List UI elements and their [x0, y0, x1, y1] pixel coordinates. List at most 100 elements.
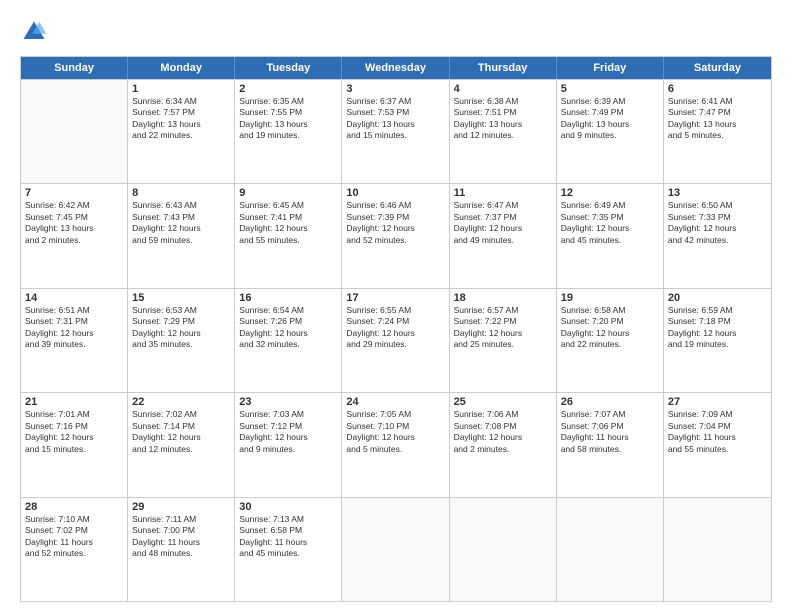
day-info: Sunrise: 7:13 AMSunset: 6:58 PMDaylight:…: [239, 514, 337, 560]
day-number: 29: [132, 501, 230, 513]
day-info: Sunrise: 6:34 AMSunset: 7:57 PMDaylight:…: [132, 96, 230, 142]
calendar-day-7: 7Sunrise: 6:42 AMSunset: 7:45 PMDaylight…: [21, 184, 128, 287]
day-number: 13: [668, 187, 767, 199]
day-info: Sunrise: 6:49 AMSunset: 7:35 PMDaylight:…: [561, 200, 659, 246]
day-number: 21: [25, 396, 123, 408]
header-day-friday: Friday: [557, 57, 664, 79]
calendar-day-11: 11Sunrise: 6:47 AMSunset: 7:37 PMDayligh…: [450, 184, 557, 287]
header-day-wednesday: Wednesday: [342, 57, 449, 79]
day-number: 2: [239, 83, 337, 95]
day-number: 16: [239, 292, 337, 304]
day-info: Sunrise: 7:01 AMSunset: 7:16 PMDaylight:…: [25, 409, 123, 455]
calendar-header: SundayMondayTuesdayWednesdayThursdayFrid…: [21, 57, 771, 79]
day-info: Sunrise: 6:46 AMSunset: 7:39 PMDaylight:…: [346, 200, 444, 246]
calendar-day-6: 6Sunrise: 6:41 AMSunset: 7:47 PMDaylight…: [664, 80, 771, 183]
day-info: Sunrise: 7:06 AMSunset: 7:08 PMDaylight:…: [454, 409, 552, 455]
calendar-day-22: 22Sunrise: 7:02 AMSunset: 7:14 PMDayligh…: [128, 393, 235, 496]
calendar-day-empty: [21, 80, 128, 183]
calendar-day-5: 5Sunrise: 6:39 AMSunset: 7:49 PMDaylight…: [557, 80, 664, 183]
day-info: Sunrise: 7:02 AMSunset: 7:14 PMDaylight:…: [132, 409, 230, 455]
day-info: Sunrise: 6:55 AMSunset: 7:24 PMDaylight:…: [346, 305, 444, 351]
day-info: Sunrise: 6:43 AMSunset: 7:43 PMDaylight:…: [132, 200, 230, 246]
day-info: Sunrise: 7:09 AMSunset: 7:04 PMDaylight:…: [668, 409, 767, 455]
calendar-day-8: 8Sunrise: 6:43 AMSunset: 7:43 PMDaylight…: [128, 184, 235, 287]
calendar-day-28: 28Sunrise: 7:10 AMSunset: 7:02 PMDayligh…: [21, 498, 128, 601]
day-info: Sunrise: 6:41 AMSunset: 7:47 PMDaylight:…: [668, 96, 767, 142]
header-day-monday: Monday: [128, 57, 235, 79]
calendar-day-empty: [664, 498, 771, 601]
calendar-day-26: 26Sunrise: 7:07 AMSunset: 7:06 PMDayligh…: [557, 393, 664, 496]
day-info: Sunrise: 6:38 AMSunset: 7:51 PMDaylight:…: [454, 96, 552, 142]
calendar-week-1: 1Sunrise: 6:34 AMSunset: 7:57 PMDaylight…: [21, 79, 771, 183]
calendar-week-2: 7Sunrise: 6:42 AMSunset: 7:45 PMDaylight…: [21, 183, 771, 287]
day-info: Sunrise: 6:35 AMSunset: 7:55 PMDaylight:…: [239, 96, 337, 142]
day-number: 25: [454, 396, 552, 408]
calendar-day-17: 17Sunrise: 6:55 AMSunset: 7:24 PMDayligh…: [342, 289, 449, 392]
header-day-thursday: Thursday: [450, 57, 557, 79]
calendar-day-12: 12Sunrise: 6:49 AMSunset: 7:35 PMDayligh…: [557, 184, 664, 287]
calendar-week-4: 21Sunrise: 7:01 AMSunset: 7:16 PMDayligh…: [21, 392, 771, 496]
day-number: 17: [346, 292, 444, 304]
day-info: Sunrise: 6:39 AMSunset: 7:49 PMDaylight:…: [561, 96, 659, 142]
day-number: 15: [132, 292, 230, 304]
calendar-day-16: 16Sunrise: 6:54 AMSunset: 7:26 PMDayligh…: [235, 289, 342, 392]
day-info: Sunrise: 6:47 AMSunset: 7:37 PMDaylight:…: [454, 200, 552, 246]
day-info: Sunrise: 7:07 AMSunset: 7:06 PMDaylight:…: [561, 409, 659, 455]
day-number: 12: [561, 187, 659, 199]
calendar-day-27: 27Sunrise: 7:09 AMSunset: 7:04 PMDayligh…: [664, 393, 771, 496]
day-number: 11: [454, 187, 552, 199]
day-info: Sunrise: 6:50 AMSunset: 7:33 PMDaylight:…: [668, 200, 767, 246]
calendar-day-empty: [557, 498, 664, 601]
calendar-day-1: 1Sunrise: 6:34 AMSunset: 7:57 PMDaylight…: [128, 80, 235, 183]
logo: [20, 18, 52, 46]
day-number: 14: [25, 292, 123, 304]
calendar-day-24: 24Sunrise: 7:05 AMSunset: 7:10 PMDayligh…: [342, 393, 449, 496]
calendar-day-23: 23Sunrise: 7:03 AMSunset: 7:12 PMDayligh…: [235, 393, 342, 496]
calendar: SundayMondayTuesdayWednesdayThursdayFrid…: [20, 56, 772, 602]
calendar-day-18: 18Sunrise: 6:57 AMSunset: 7:22 PMDayligh…: [450, 289, 557, 392]
calendar-day-14: 14Sunrise: 6:51 AMSunset: 7:31 PMDayligh…: [21, 289, 128, 392]
day-number: 20: [668, 292, 767, 304]
calendar-day-empty: [450, 498, 557, 601]
header-day-sunday: Sunday: [21, 57, 128, 79]
day-number: 10: [346, 187, 444, 199]
calendar-day-19: 19Sunrise: 6:58 AMSunset: 7:20 PMDayligh…: [557, 289, 664, 392]
day-number: 8: [132, 187, 230, 199]
calendar-day-9: 9Sunrise: 6:45 AMSunset: 7:41 PMDaylight…: [235, 184, 342, 287]
day-number: 7: [25, 187, 123, 199]
day-number: 18: [454, 292, 552, 304]
day-number: 23: [239, 396, 337, 408]
day-number: 27: [668, 396, 767, 408]
day-info: Sunrise: 6:59 AMSunset: 7:18 PMDaylight:…: [668, 305, 767, 351]
day-number: 1: [132, 83, 230, 95]
day-info: Sunrise: 6:37 AMSunset: 7:53 PMDaylight:…: [346, 96, 444, 142]
calendar-day-3: 3Sunrise: 6:37 AMSunset: 7:53 PMDaylight…: [342, 80, 449, 183]
calendar-day-2: 2Sunrise: 6:35 AMSunset: 7:55 PMDaylight…: [235, 80, 342, 183]
day-info: Sunrise: 6:45 AMSunset: 7:41 PMDaylight:…: [239, 200, 337, 246]
day-number: 4: [454, 83, 552, 95]
calendar-day-10: 10Sunrise: 6:46 AMSunset: 7:39 PMDayligh…: [342, 184, 449, 287]
calendar-week-3: 14Sunrise: 6:51 AMSunset: 7:31 PMDayligh…: [21, 288, 771, 392]
day-info: Sunrise: 7:05 AMSunset: 7:10 PMDaylight:…: [346, 409, 444, 455]
calendar-week-5: 28Sunrise: 7:10 AMSunset: 7:02 PMDayligh…: [21, 497, 771, 601]
day-number: 3: [346, 83, 444, 95]
day-number: 6: [668, 83, 767, 95]
day-number: 24: [346, 396, 444, 408]
day-number: 28: [25, 501, 123, 513]
calendar-day-29: 29Sunrise: 7:11 AMSunset: 7:00 PMDayligh…: [128, 498, 235, 601]
day-info: Sunrise: 6:58 AMSunset: 7:20 PMDaylight:…: [561, 305, 659, 351]
calendar-day-21: 21Sunrise: 7:01 AMSunset: 7:16 PMDayligh…: [21, 393, 128, 496]
calendar-day-30: 30Sunrise: 7:13 AMSunset: 6:58 PMDayligh…: [235, 498, 342, 601]
calendar-day-4: 4Sunrise: 6:38 AMSunset: 7:51 PMDaylight…: [450, 80, 557, 183]
page: SundayMondayTuesdayWednesdayThursdayFrid…: [0, 0, 792, 612]
day-number: 19: [561, 292, 659, 304]
header-day-tuesday: Tuesday: [235, 57, 342, 79]
day-number: 9: [239, 187, 337, 199]
header-day-saturday: Saturday: [664, 57, 771, 79]
day-info: Sunrise: 7:03 AMSunset: 7:12 PMDaylight:…: [239, 409, 337, 455]
calendar-day-25: 25Sunrise: 7:06 AMSunset: 7:08 PMDayligh…: [450, 393, 557, 496]
day-number: 26: [561, 396, 659, 408]
calendar-day-20: 20Sunrise: 6:59 AMSunset: 7:18 PMDayligh…: [664, 289, 771, 392]
day-info: Sunrise: 7:10 AMSunset: 7:02 PMDaylight:…: [25, 514, 123, 560]
day-number: 30: [239, 501, 337, 513]
